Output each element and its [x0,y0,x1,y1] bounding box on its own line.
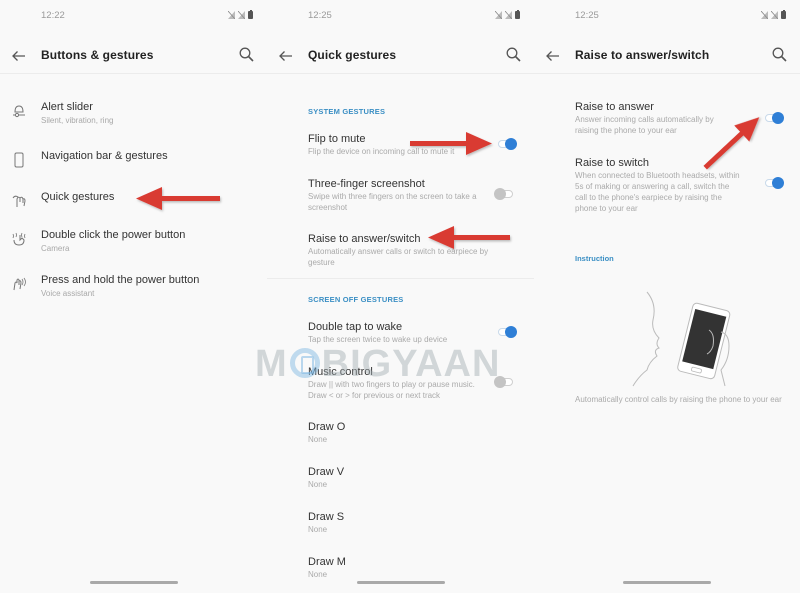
battery-icon [248,9,253,19]
pref-subtitle: Answer incoming calls automatically by r… [575,115,714,135]
app-bar: Raise to answer/switch [534,40,800,74]
pref-subtitle: Tap the screen twice to wake up device [308,335,448,344]
pref-raise-to-answer[interactable]: Raise to answer Answer incoming calls au… [575,100,782,136]
pref-raise-to-answer-switch[interactable]: Raise to answer/switch Automatically ans… [308,232,516,268]
menu-item-double-click-power[interactable]: Double click the power button Camera [0,229,267,269]
gesture-navigation-bar[interactable] [623,581,711,584]
menu-item-alert-slider[interactable]: Alert slider Silent, vibration, ring [0,101,267,141]
back-arrow-icon[interactable] [11,48,27,64]
pref-draw-s[interactable]: Draw S None [308,510,516,535]
alert-slider-icon [11,103,27,119]
no-signal-icon [761,11,768,19]
search-icon[interactable] [771,46,789,64]
screen-raise-to-answer-switch: 12:25 Raise to answer/switch Raise to an… [534,0,800,593]
pref-subtitle: Automatically answer calls or switch to … [308,247,489,267]
status-time: 12:25 [575,10,599,21]
pref-subtitle: None [308,480,328,489]
pref-label: Draw V [308,466,345,478]
screen-quick-gestures: 12:25 Quick gestures SYSTEM GESTURES Fli… [267,0,534,593]
search-icon[interactable] [238,46,256,64]
pref-subtitle: Swipe with three fingers on the screen t… [308,192,477,212]
menu-item-navigation-bar[interactable]: Navigation bar & gestures [0,150,267,190]
menu-item-subtitle: Voice assistant [41,289,95,298]
raise-to-switch-toggle[interactable] [764,177,784,189]
no-signal-icon [505,11,512,19]
page-title: Buttons & gestures [41,48,154,62]
pref-draw-v[interactable]: Draw V None [308,465,516,490]
pref-label: Double tap to wake [308,321,403,333]
pref-double-tap-to-wake[interactable]: Double tap to wake Tap the screen twice … [308,320,516,345]
status-icons [228,9,253,19]
status-icons [761,9,786,19]
flip-to-mute-toggle[interactable] [497,138,517,150]
raise-phone-illustration [629,290,749,390]
three-finger-screenshot-toggle[interactable] [494,188,514,200]
pref-subtitle: When connected to Bluetooth headsets, wi… [575,171,740,213]
back-arrow-icon[interactable] [545,48,561,64]
page-title: Raise to answer/switch [575,48,710,62]
menu-item-quick-gestures[interactable]: Quick gestures [0,191,267,231]
pref-subtitle: None [308,435,328,444]
menu-item-label: Navigation bar & gestures [41,150,168,162]
menu-item-label: Press and hold the power button [41,274,200,286]
pref-label: Flip to mute [308,133,366,145]
gesture-navigation-bar[interactable] [89,581,178,584]
pref-draw-o[interactable]: Draw O None [308,420,516,445]
status-icons [495,9,520,19]
phone-outline-icon [11,152,27,168]
raise-to-answer-toggle[interactable] [764,112,784,124]
menu-item-label: Alert slider [41,101,93,113]
status-time: 12:25 [308,10,332,21]
gesture-navigation-bar[interactable] [356,581,445,584]
pref-subtitle: None [308,570,328,579]
section-header-system-gestures: SYSTEM GESTURES [308,107,386,116]
pref-three-finger-screenshot[interactable]: Three-finger screenshot Swipe with three… [308,177,516,213]
pref-flip-to-mute[interactable]: Flip to mute Flip the device on incoming… [308,132,516,157]
section-header-screen-off-gestures: SCREEN OFF GESTURES [308,295,404,304]
app-bar: Quick gestures [267,40,534,74]
pref-label: Three-finger screenshot [308,178,425,190]
pref-label: Raise to answer [575,101,654,113]
pref-subtitle: None [308,525,328,534]
pref-subtitle: Flip the device on incoming call to mute… [308,147,455,156]
no-signal-icon [771,11,778,19]
page-title: Quick gestures [308,48,397,62]
pref-music-control[interactable]: Music control Draw || with two fingers t… [308,365,516,401]
menu-item-press-hold-power[interactable]: Press and hold the power button Voice as… [0,274,267,314]
pref-raise-to-switch[interactable]: Raise to switch When connected to Blueto… [575,156,782,214]
pref-label: Raise to switch [575,157,649,169]
no-signal-icon [495,11,502,19]
pref-draw-m[interactable]: Draw M None [308,555,516,580]
menu-item-label: Quick gestures [41,191,115,203]
app-bar: Buttons & gestures [0,40,267,74]
pref-label: Draw O [308,421,346,433]
press-hold-hand-icon [11,276,27,292]
battery-icon [515,9,520,19]
pref-subtitle: Draw || with two fingers to play or paus… [308,380,475,400]
status-bar: 12:25 [575,9,786,24]
pref-label: Raise to answer/switch [308,233,421,245]
battery-icon [781,9,786,19]
screen-buttons-gestures: 12:22 Buttons & gestures Alert slider Si… [0,0,267,593]
status-time: 12:22 [41,10,65,21]
double-tap-hand-icon [11,231,27,247]
status-bar: 12:22 [41,9,253,24]
search-icon[interactable] [505,46,523,64]
no-signal-icon [228,11,235,19]
menu-item-subtitle: Silent, vibration, ring [41,116,114,125]
status-bar: 12:25 [308,9,520,24]
no-signal-icon [238,11,245,19]
instruction-caption: Automatically control calls by raising t… [575,395,782,404]
pref-label: Music control [308,366,373,378]
menu-item-subtitle: Camera [41,244,70,253]
menu-item-label: Double click the power button [41,229,186,241]
pref-label: Draw S [308,511,345,523]
pref-label: Draw M [308,556,346,568]
music-control-toggle[interactable] [494,376,514,388]
double-tap-to-wake-toggle[interactable] [497,326,517,338]
gesture-hand-icon [11,193,27,209]
instruction-header: Instruction [575,254,614,263]
section-divider [267,278,534,279]
back-arrow-icon[interactable] [278,48,294,64]
